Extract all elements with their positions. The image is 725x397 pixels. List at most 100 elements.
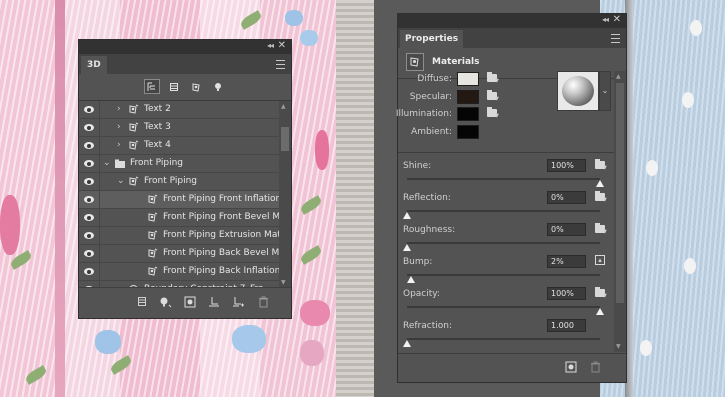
slider-knob[interactable] xyxy=(403,340,411,347)
slider-knob[interactable] xyxy=(403,212,411,219)
caret-down-icon[interactable]: ▼ xyxy=(603,165,607,171)
flower-decoration xyxy=(300,300,330,326)
caret-down-icon[interactable]: ▼ xyxy=(603,197,607,203)
material-sphere-icon xyxy=(562,76,594,106)
visibility-toggle[interactable] xyxy=(79,263,100,280)
visibility-toggle[interactable] xyxy=(79,173,100,190)
chevron-down-icon[interactable]: ⌄ xyxy=(103,158,111,168)
properties-scrollbar[interactable]: ▲ ▼ xyxy=(614,71,626,352)
layer-scrollbar[interactable]: ▲ ▼ xyxy=(279,101,291,288)
collapse-icon[interactable]: ◂◂ xyxy=(267,41,274,50)
color-swatch[interactable] xyxy=(457,89,479,104)
caret-down-icon[interactable]: ▼ xyxy=(495,113,499,119)
property-value-input[interactable]: 1.000 xyxy=(547,319,586,332)
visibility-toggle[interactable] xyxy=(79,191,100,208)
material-icon xyxy=(128,122,139,133)
layer-name: Front Piping Front Bevel Ma... xyxy=(163,212,279,222)
slider-knob[interactable] xyxy=(596,180,604,187)
caret-down-icon[interactable]: ▼ xyxy=(603,293,607,299)
chevron-right-icon[interactable]: › xyxy=(117,122,121,132)
property-value-input[interactable]: 0% xyxy=(547,191,586,204)
scroll-up-icon[interactable]: ▲ xyxy=(616,73,621,80)
add-constraint-icon[interactable] xyxy=(231,296,244,309)
slider-track[interactable] xyxy=(407,274,600,276)
close-icon[interactable]: ✕ xyxy=(613,14,621,25)
trash-icon[interactable] xyxy=(589,361,602,374)
visibility-toggle[interactable] xyxy=(79,101,100,118)
polka-dot xyxy=(682,92,694,108)
property-value-input[interactable]: 100% xyxy=(547,159,586,172)
property-value-input[interactable]: 0% xyxy=(547,223,586,236)
collapse-icon[interactable]: ◂◂ xyxy=(602,15,609,24)
panel-menu-icon[interactable] xyxy=(276,60,285,69)
layer-row[interactable]: ⌄ Front Piping xyxy=(79,155,279,173)
close-icon[interactable]: ✕ xyxy=(278,40,286,51)
caret-down-icon[interactable]: ▼ xyxy=(603,229,607,235)
render-icon[interactable] xyxy=(564,361,577,374)
slider-track[interactable] xyxy=(407,178,600,180)
mesh-icon[interactable] xyxy=(166,79,182,94)
slider-knob[interactable] xyxy=(406,276,415,283)
panel-3d-tabbar: 3D xyxy=(79,54,291,74)
materials-icon[interactable] xyxy=(406,53,424,71)
property-value-input[interactable]: 100% xyxy=(547,287,586,300)
layer-name: Front Piping Back Bevel Mate... xyxy=(163,248,279,258)
visibility-toggle[interactable] xyxy=(79,137,100,154)
tab-properties[interactable]: Properties xyxy=(400,30,464,48)
scene-icon[interactable] xyxy=(144,79,160,94)
chevron-down-icon[interactable]: ⌄ xyxy=(117,176,125,186)
layer-row[interactable]: › Text 2 xyxy=(79,101,279,119)
layer-name: Front Piping Back Inflation ... xyxy=(163,266,279,276)
property-label: Refraction: xyxy=(403,321,452,331)
panel-properties-titlebar[interactable]: ◂◂ ✕ xyxy=(398,14,626,28)
visibility-toggle[interactable] xyxy=(79,245,100,262)
visibility-toggle[interactable] xyxy=(79,155,100,172)
color-swatch[interactable] xyxy=(457,72,479,86)
scroll-up-icon[interactable]: ▲ xyxy=(281,103,286,110)
polka-dot xyxy=(646,160,658,176)
color-swatch[interactable] xyxy=(457,124,479,139)
layer-row[interactable]: › Text 4 xyxy=(79,137,279,155)
slider-track[interactable] xyxy=(407,210,600,212)
layer-row[interactable]: Front Piping Back Inflation ... xyxy=(79,263,279,281)
visibility-toggle[interactable] xyxy=(79,209,100,226)
scroll-thumb[interactable] xyxy=(616,83,624,303)
swatch-label: Diffuse: xyxy=(417,74,452,84)
scroll-thumb[interactable] xyxy=(281,127,289,151)
slider-knob[interactable] xyxy=(403,244,411,251)
caret-down-icon[interactable]: ▼ xyxy=(495,78,499,84)
chevron-down-icon[interactable]: ⌄ xyxy=(599,71,611,111)
trash-icon[interactable] xyxy=(257,296,270,309)
tab-3d[interactable]: 3D xyxy=(81,56,107,74)
caret-down-icon[interactable]: ▼ xyxy=(495,96,499,102)
slider-knob[interactable] xyxy=(596,308,604,315)
layer-row[interactable]: › Text 3 xyxy=(79,119,279,137)
delete-mesh-icon[interactable] xyxy=(135,296,148,309)
material-icon[interactable] xyxy=(188,79,204,94)
visibility-toggle[interactable] xyxy=(79,227,100,244)
property-value-input[interactable]: 2% xyxy=(547,255,586,268)
material-preview[interactable] xyxy=(557,71,599,111)
chevron-right-icon[interactable]: › xyxy=(117,140,121,150)
slider-track[interactable] xyxy=(407,306,600,308)
chevron-right-icon[interactable]: › xyxy=(117,104,121,114)
layer-row[interactable]: ⌄ Front Piping xyxy=(79,173,279,191)
visibility-toggle[interactable] xyxy=(79,119,100,136)
layer-row[interactable]: Front Piping Back Bevel Mate... xyxy=(79,245,279,263)
light-icon[interactable] xyxy=(210,79,226,94)
render-icon[interactable] xyxy=(183,296,196,309)
panel-3d-titlebar[interactable]: ◂◂ ✕ xyxy=(79,40,291,54)
layer-row[interactable]: Front Piping Front Bevel Ma... xyxy=(79,209,279,227)
layer-row[interactable]: Front Piping Extrusion Mate... xyxy=(79,227,279,245)
slider-track[interactable] xyxy=(407,338,600,340)
layer-row[interactable]: Front Piping Front Inflation ... xyxy=(79,191,279,209)
add-light-icon[interactable] xyxy=(159,296,172,309)
scroll-down-icon[interactable]: ▼ xyxy=(616,343,621,350)
panel-menu-icon[interactable] xyxy=(611,34,620,43)
scroll-down-icon[interactable]: ▼ xyxy=(281,279,286,286)
bump-texture-icon[interactable]: ▴ xyxy=(595,255,605,265)
slider-track[interactable] xyxy=(407,242,600,244)
material-icon xyxy=(147,194,158,205)
ground-icon[interactable] xyxy=(207,296,220,309)
color-swatch[interactable] xyxy=(457,107,479,121)
